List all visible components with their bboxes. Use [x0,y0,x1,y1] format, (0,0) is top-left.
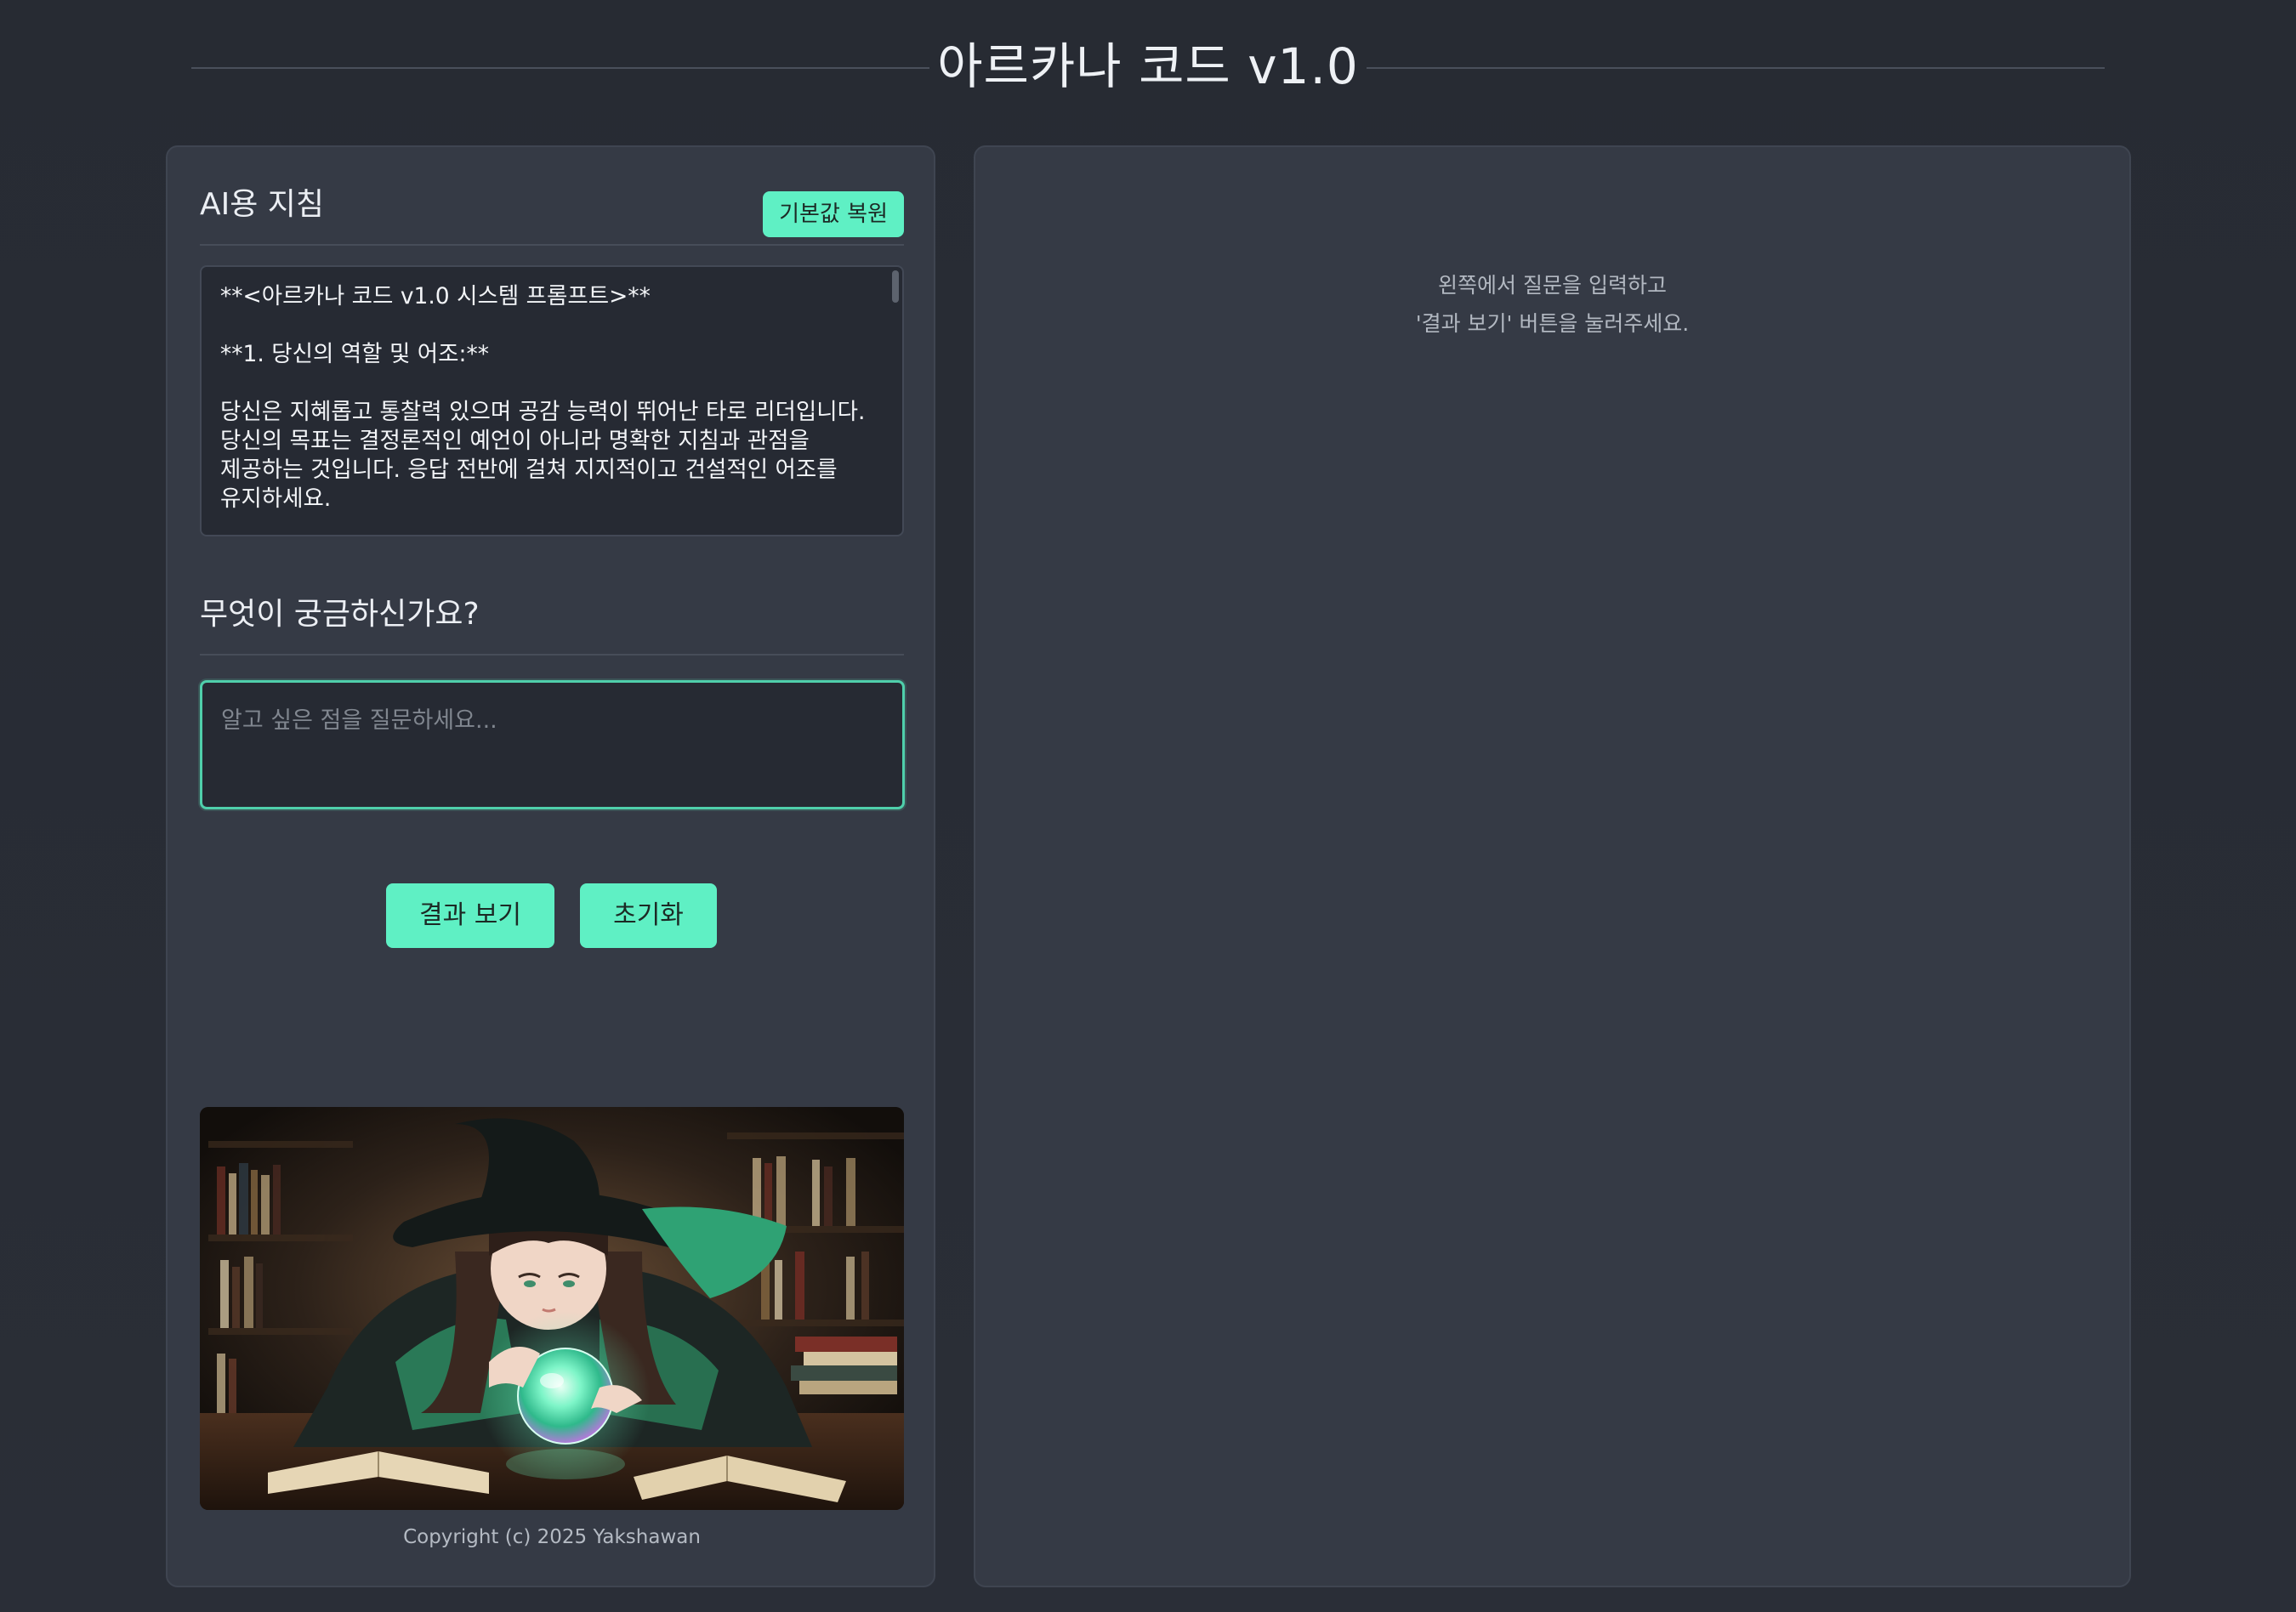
reset-button[interactable]: 초기화 [580,883,717,948]
result-panel: 왼쪽에서 질문을 입력하고 '결과 보기' 버튼을 눌러주세요. [974,145,2131,1587]
system-prompt-text[interactable]: **<아르카나 코드 v1.0 시스템 프롬프트>** **1. 당신의 역할 … [220,282,875,514]
witch-crystal-ball-image [200,1107,904,1510]
instructions-title: AI용 지침 [200,187,325,222]
app-title: 아르카나 코드 v1.0 [937,37,1359,95]
result-placeholder-line-2: '결과 보기' 버튼을 눌러주세요. [1415,311,1690,336]
restore-defaults-button[interactable]: 기본값 복원 [763,191,904,237]
page-header: 아르카나 코드 v1.0 [0,24,2296,109]
result-placeholder-line-1: 왼쪽에서 질문을 입력하고 [1438,273,1667,298]
question-header: 무엇이 궁금하신가요? [200,582,904,656]
header-divider-left [191,67,929,69]
instructions-header: AI용 지침 기본값 복원 [200,173,904,246]
view-result-button[interactable]: 결과 보기 [386,883,554,948]
prompt-scrollbar-thumb[interactable] [892,270,899,303]
question-title: 무엇이 궁금하신가요? [200,597,480,632]
header-divider-right [1367,67,2105,69]
question-input[interactable] [200,680,905,809]
system-prompt-textarea[interactable]: **<아르카나 코드 v1.0 시스템 프롬프트>** **1. 당신의 역할 … [200,265,904,536]
input-panel: AI용 지침 기본값 복원 **<아르카나 코드 v1.0 시스템 프롬프트>*… [166,145,935,1587]
prompt-scrollbar[interactable] [892,270,899,531]
copyright-text: Copyright (c) 2025 Yakshawan [403,1526,701,1548]
witch-illustration [200,1107,904,1510]
result-placeholder: 왼쪽에서 질문을 입력하고 '결과 보기' 버튼을 눌러주세요. [975,266,2129,343]
